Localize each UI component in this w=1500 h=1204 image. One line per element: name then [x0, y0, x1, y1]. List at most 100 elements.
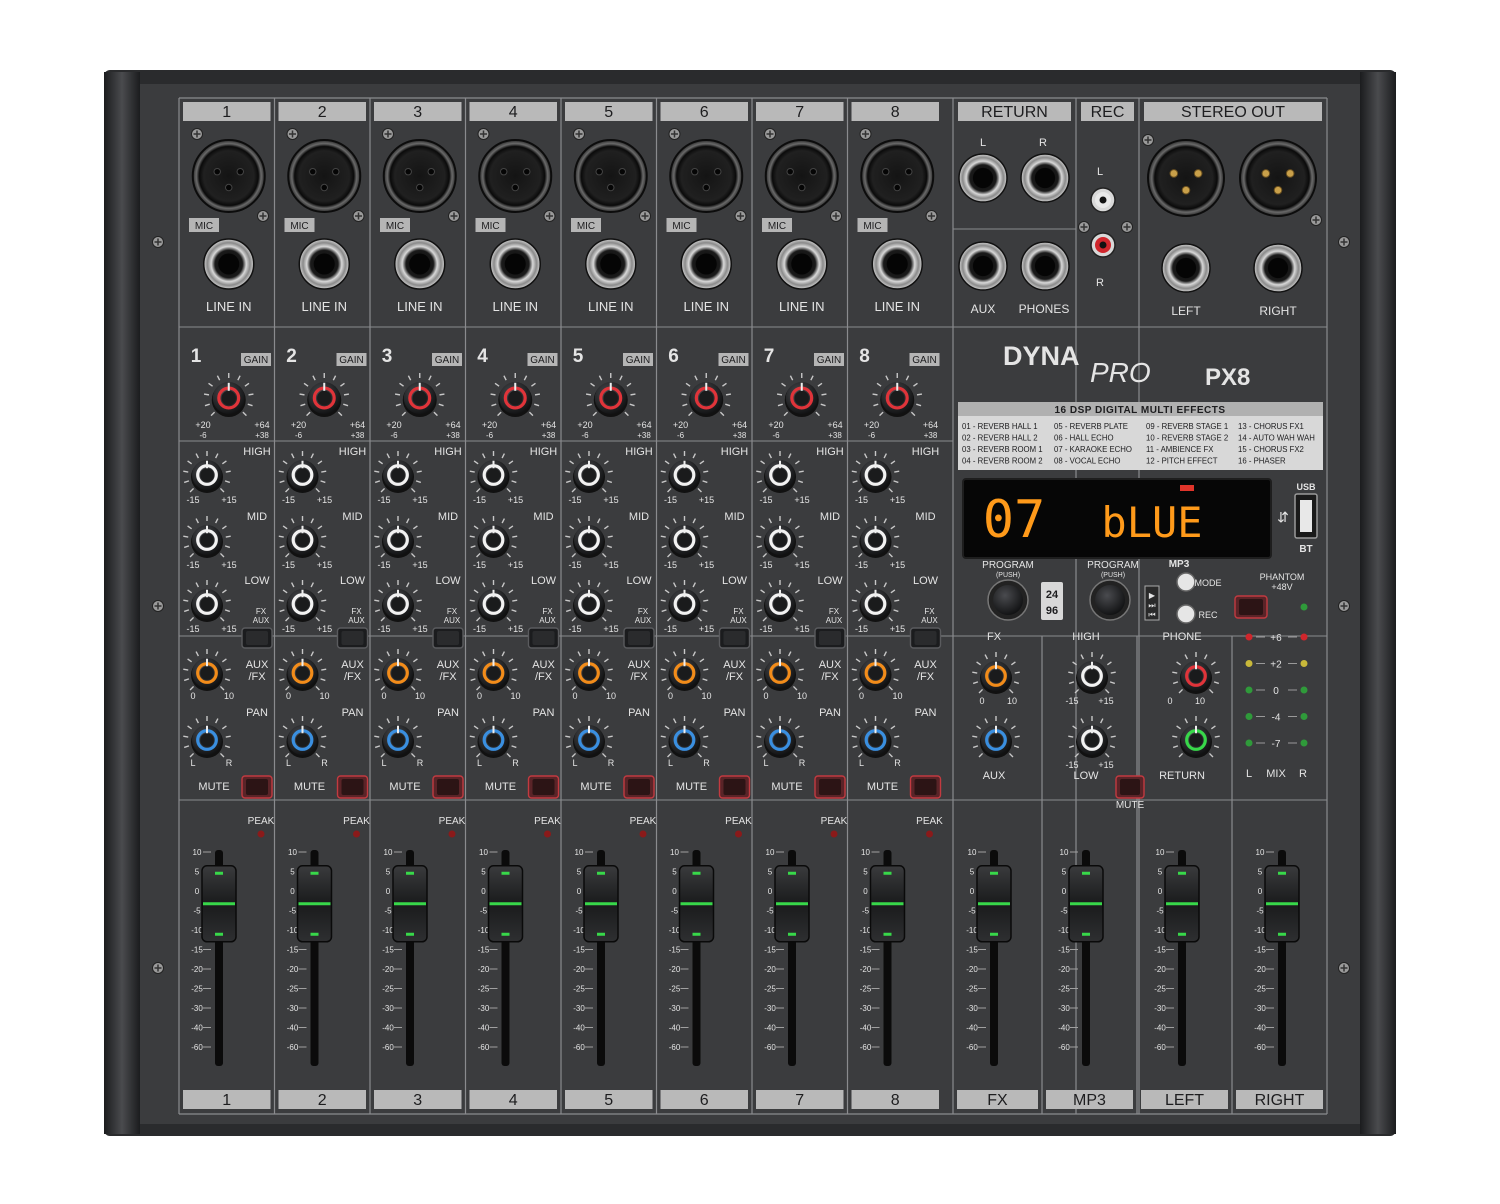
out-right-jack[interactable] [1253, 243, 1303, 293]
mute-button-5[interactable] [623, 775, 655, 799]
out-left-jack[interactable] [1161, 243, 1211, 293]
xlr-mic-input-2[interactable] [287, 139, 362, 213]
usb-port[interactable] [1294, 493, 1318, 539]
phantom-power-button[interactable] [1234, 595, 1268, 619]
switch-key [723, 779, 746, 795]
send-min-label: 0 [286, 691, 291, 701]
xlr-mic-input-7[interactable] [764, 139, 839, 213]
knob-tick [660, 599, 666, 602]
line-in-jack-7[interactable] [776, 238, 828, 290]
fader-scale-label: -30 [669, 1004, 681, 1013]
line-in-jack-6[interactable] [680, 238, 732, 290]
encoder-knob [1095, 585, 1125, 615]
mute-button-8[interactable] [909, 775, 942, 799]
xlr-out-left[interactable] [1147, 139, 1225, 217]
return-l-jack[interactable] [958, 153, 1008, 203]
rca-rec-r-jack[interactable] [1090, 232, 1116, 258]
xlr-shell [669, 139, 744, 213]
mp3-mute-button[interactable] [1115, 775, 1145, 799]
line-in-jack-8[interactable] [871, 238, 923, 290]
gain-min-sub-label: -6 [390, 431, 398, 440]
fx-aux-switch-8[interactable] [909, 627, 942, 649]
knob-tick [278, 470, 284, 473]
xlr-mic-input-1[interactable] [191, 139, 266, 213]
rca-rec-l-jack[interactable] [1090, 187, 1116, 213]
mode-button[interactable] [1176, 572, 1196, 592]
xlr-mic-input-8[interactable] [860, 139, 935, 213]
line-in-jack-4[interactable] [489, 238, 541, 290]
fx-switch-label: FX [924, 607, 935, 616]
screw-icon [152, 962, 164, 974]
mute-button-1[interactable] [241, 775, 273, 799]
mute-button-7[interactable] [814, 775, 846, 799]
fader-cap-mark [990, 932, 998, 936]
fader-scale-label: 5 [481, 868, 486, 877]
screw-icon [352, 210, 365, 222]
peak-label: PEAK [534, 816, 561, 827]
knob-tick [416, 599, 422, 602]
display-program-number: 07 [983, 490, 1046, 550]
xlr-mic-input-5[interactable] [573, 139, 648, 213]
meter-led-l [1245, 739, 1253, 747]
return-r-jack[interactable] [1020, 153, 1070, 203]
knob-tick [225, 735, 231, 738]
screw-icon [1338, 600, 1350, 612]
line-in-jack-3[interactable] [394, 238, 446, 290]
mp3-program-encoder[interactable] [1089, 579, 1131, 621]
mute-label: MUTE [867, 781, 898, 793]
knob-cap [295, 666, 310, 680]
eq-mid-label: MID [724, 511, 744, 523]
gain-max-sub-label: +38 [255, 431, 269, 440]
knob-tick [660, 735, 666, 738]
fx-aux-switch-3[interactable] [432, 627, 464, 649]
fx-aux-switch-6[interactable] [718, 627, 751, 649]
knob-tick [565, 735, 571, 738]
xlr-mic-input-4[interactable] [478, 139, 553, 213]
knob-tick [469, 470, 475, 473]
fader-cap-mark [990, 871, 998, 875]
meter-led-l [1245, 713, 1253, 720]
pan-l-label: L [859, 758, 864, 768]
send-max-label: 10 [510, 691, 520, 701]
mic-tag: MIC [481, 221, 499, 232]
fader-scale-label: -5 [766, 907, 774, 916]
aux-jack[interactable] [958, 241, 1008, 291]
xlr-mic-input-6[interactable] [669, 139, 744, 213]
line-in-jack-2[interactable] [298, 238, 350, 290]
fader-scale-label: -25 [382, 985, 394, 994]
fx-aux-switch-7[interactable] [814, 627, 846, 649]
fx-aux-switch-4[interactable] [527, 627, 560, 649]
knob-tick [660, 668, 666, 671]
xlr-pin [499, 167, 508, 176]
fader-cap-mark [788, 871, 796, 875]
xlr-mic-input-3[interactable] [382, 139, 457, 213]
knob-tick [756, 735, 762, 738]
phones-jack[interactable] [1020, 241, 1070, 291]
display-text: bLUE [1101, 498, 1202, 547]
xlr-out-right[interactable] [1239, 139, 1317, 217]
fader-cap-mark [692, 871, 701, 875]
mute-button-3[interactable] [432, 775, 464, 799]
fader-scale-label: -60 [860, 1043, 872, 1052]
line-in-jack-1[interactable] [203, 238, 255, 290]
knob-cap [200, 733, 214, 747]
pan-l-label: L [190, 758, 195, 768]
push-label: (PUSH) [996, 572, 1020, 579]
eq-mid-label: MID [629, 511, 649, 523]
line-in-jack-5[interactable] [585, 238, 637, 290]
fader-scale-label: -5 [384, 907, 392, 916]
mute-button-2[interactable] [336, 775, 369, 799]
knob-cap [677, 533, 692, 547]
fx-aux-switch-2[interactable] [336, 627, 369, 649]
xlr-pin [213, 167, 221, 176]
rec-button[interactable] [1176, 604, 1196, 624]
mute-button-4[interactable] [527, 775, 560, 799]
fader-scale-label: -25 [860, 985, 872, 994]
knob-tick [183, 470, 189, 473]
mute-button-6[interactable] [718, 775, 751, 799]
fx-program-encoder[interactable] [987, 579, 1029, 621]
eq-min-label: -15 [664, 624, 677, 634]
fx-aux-switch-1[interactable] [241, 627, 273, 649]
fx-aux-switch-5[interactable] [623, 627, 655, 649]
master-eq-min: -15 [1065, 760, 1078, 770]
